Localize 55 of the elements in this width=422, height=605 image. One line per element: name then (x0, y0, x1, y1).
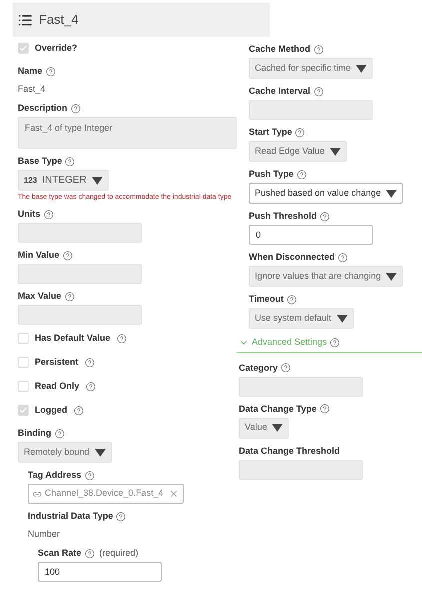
checkbox-label: Read Only (35, 380, 80, 393)
field-note: (required) (100, 546, 139, 560)
caret-icon (336, 314, 348, 322)
help-icon[interactable] (330, 338, 340, 348)
checkbox-label: Has Default Value (35, 332, 111, 345)
checkbox[interactable] (18, 43, 29, 54)
field-label: Description (18, 103, 68, 114)
field-label: When Disconnected (249, 252, 336, 263)
field-label: Units (18, 209, 40, 220)
help-icon[interactable] (46, 66, 56, 76)
caret-icon (94, 448, 106, 456)
help-icon[interactable] (74, 406, 84, 416)
link-icon (33, 490, 42, 498)
field-label: Start Type (249, 127, 292, 138)
caret-icon (356, 64, 368, 72)
checkbox[interactable] (18, 333, 29, 344)
field-value: Fast_4 (18, 84, 46, 95)
field-label: Cache Interval (249, 86, 311, 97)
field-label: Tag Address (28, 470, 82, 481)
advanced-settings-toggle[interactable]: Advanced Settings (237, 336, 422, 352)
checkbox[interactable] (18, 405, 29, 416)
page-title: Fast_4 (39, 11, 79, 30)
field-label: Push Type (249, 169, 294, 180)
field-label: Data Change Type (239, 404, 317, 414)
field-label: Min Value (18, 250, 60, 261)
list-icon (18, 12, 33, 28)
help-icon[interactable] (320, 212, 330, 222)
field-label: Binding (18, 428, 52, 439)
caret-icon (386, 272, 398, 280)
field-label: Data Change Threshold (239, 446, 340, 456)
checkbox-label: Override? (35, 42, 78, 55)
field-label: Cache Method (249, 44, 311, 55)
help-icon[interactable] (84, 358, 95, 368)
help-icon[interactable] (86, 382, 96, 392)
checkbox[interactable] (18, 381, 29, 392)
help-icon[interactable] (116, 334, 127, 344)
field-value: Number (28, 529, 60, 540)
input-field[interactable]: 0 (249, 225, 373, 245)
caret-icon (330, 148, 341, 156)
caret-icon (92, 176, 103, 184)
field-label: Push Threshold (249, 211, 318, 222)
help-icon[interactable] (296, 170, 307, 180)
field-label: Name (18, 66, 43, 77)
checkbox-label: Persistent (35, 356, 79, 369)
field-label: Industrial Data Type (28, 511, 114, 522)
caret-icon (272, 424, 284, 432)
checkbox-label: Logged (35, 404, 68, 417)
field-label: Max Value (18, 291, 62, 302)
field-label: Category (239, 362, 278, 374)
field-label: Scan Rate (38, 548, 82, 559)
field-label: Timeout (249, 294, 284, 305)
field-label: Base Type (18, 156, 62, 167)
dropdown[interactable]: Pushed based on value change (249, 183, 404, 204)
checkbox[interactable] (18, 357, 29, 368)
caret-icon (386, 190, 398, 198)
